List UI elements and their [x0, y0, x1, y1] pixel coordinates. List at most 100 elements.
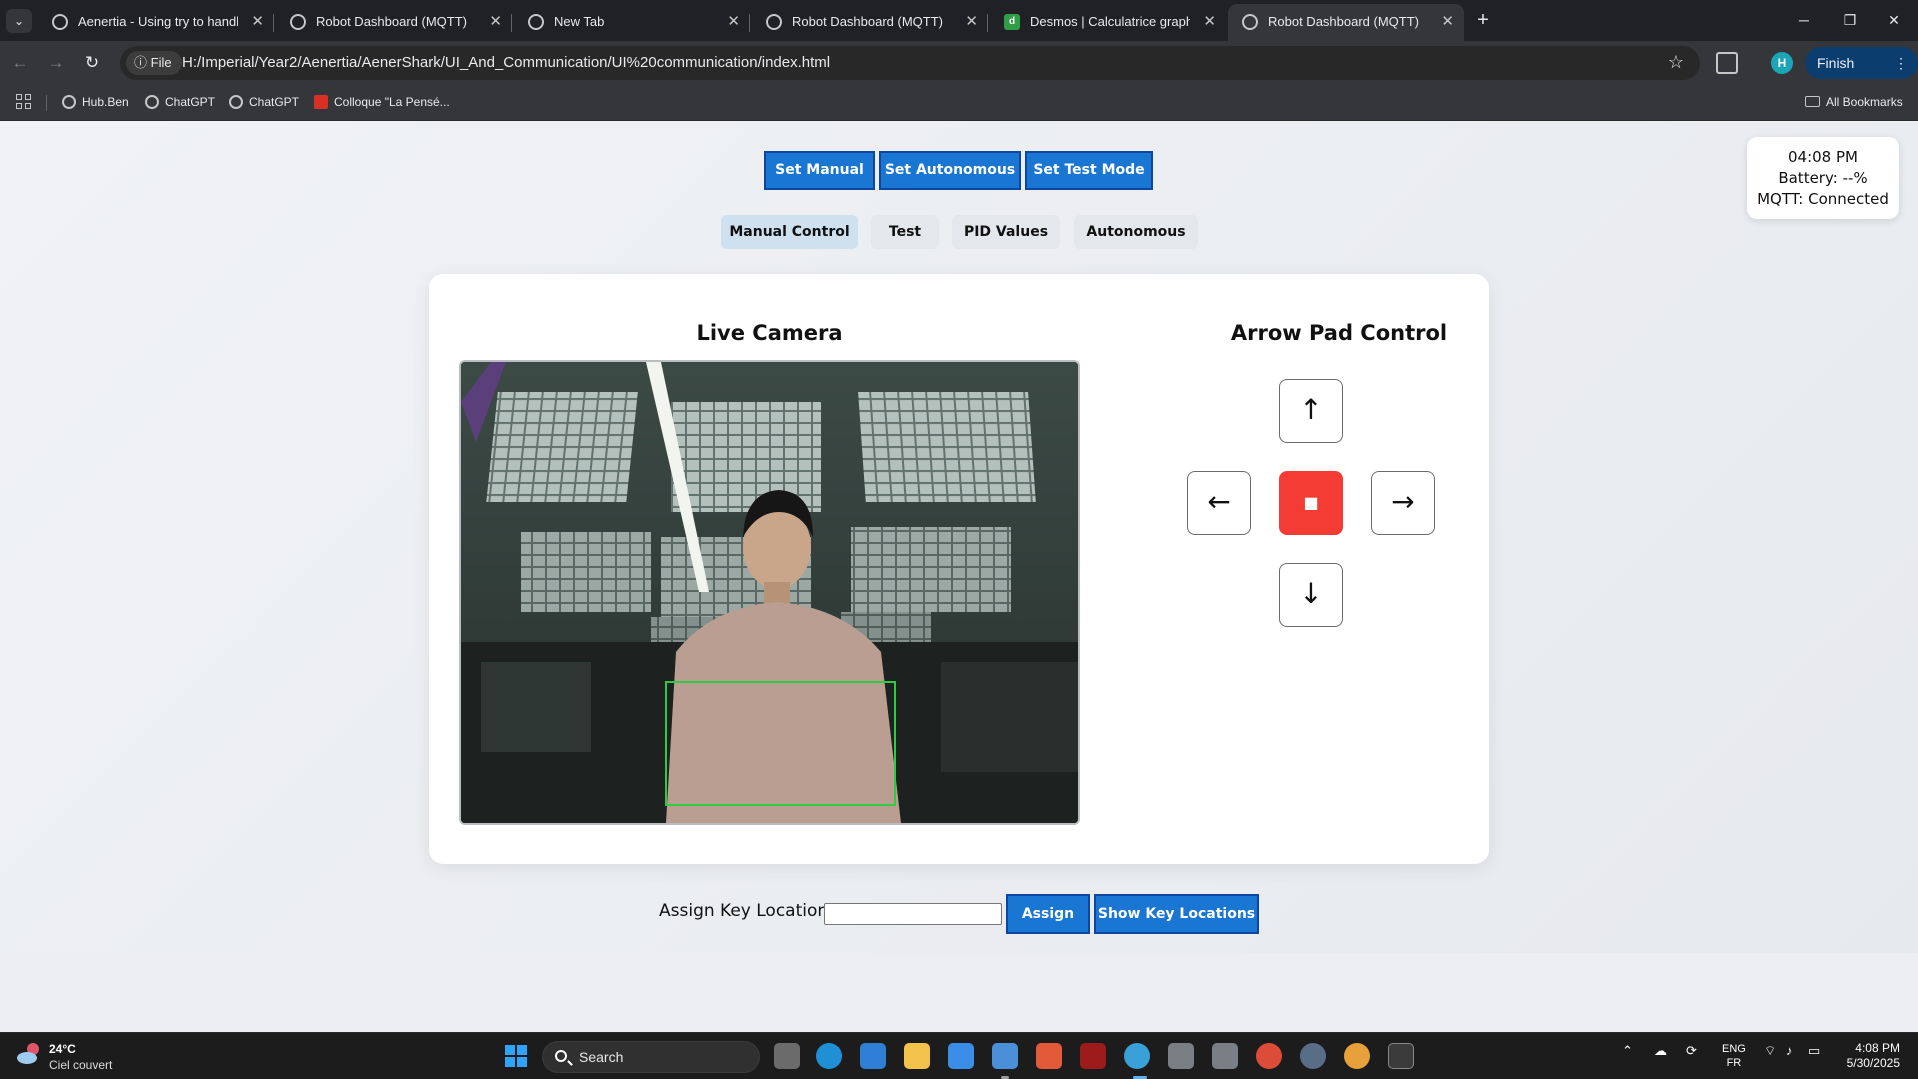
browser-tab[interactable]: Aenertia - Using try to handle e ✕ — [38, 4, 274, 41]
app-window-icon[interactable] — [1212, 1043, 1238, 1069]
tab-test[interactable]: Test — [871, 215, 939, 249]
weather-temperature: 24°C — [49, 1042, 76, 1056]
bookmark-divider — [46, 95, 47, 111]
show-hidden-icons-chevron-icon[interactable]: ⌃ — [1622, 1043, 1633, 1059]
weather-cloud-icon[interactable] — [16, 1041, 42, 1067]
app-window-icon[interactable] — [1168, 1043, 1194, 1069]
site-info-chip[interactable]: ⓘ File — [126, 51, 182, 75]
chrome-profile-icon[interactable] — [1124, 1043, 1150, 1069]
browser-tab-active[interactable]: Robot Dashboard (MQTT) ✕ — [1228, 4, 1464, 41]
language-indicator[interactable]: ENG FR — [1722, 1042, 1746, 1070]
wifi-icon[interactable]: ⌔ — [1764, 1043, 1776, 1059]
close-tab-icon[interactable]: ✕ — [251, 12, 264, 30]
settings-gear-icon[interactable] — [1300, 1043, 1326, 1069]
tab-divider — [987, 14, 988, 32]
sync-icon[interactable]: ⟳ — [1686, 1043, 1697, 1059]
close-tab-icon[interactable]: ✕ — [1203, 12, 1216, 30]
clock-date: 5/30/2025 — [1846, 1056, 1900, 1070]
browser-tab[interactable]: New Tab ✕ — [514, 4, 750, 41]
terminal-icon[interactable] — [1388, 1043, 1414, 1069]
system-clock[interactable]: 4:08 PM 5/30/2025 — [1842, 1041, 1900, 1071]
close-tab-icon[interactable]: ✕ — [965, 12, 978, 30]
pdf-app-icon[interactable] — [1036, 1043, 1062, 1069]
show-key-locations-button[interactable]: Show Key Locations — [1094, 894, 1259, 934]
status-time: 04:08 PM — [1788, 148, 1858, 166]
tab-search-chevron-icon[interactable]: ⌄ — [6, 9, 32, 33]
bookmark-item[interactable]: ChatGPT — [229, 93, 299, 111]
tab-divider — [749, 14, 750, 32]
assign-button[interactable]: Assign — [1006, 894, 1090, 934]
chrome-canary-icon[interactable] — [1344, 1043, 1370, 1069]
weather-description: Ciel couvert — [49, 1058, 113, 1072]
browser-tab[interactable]: Robot Dashboard (MQTT) ✕ — [752, 4, 988, 41]
tab-divider — [511, 14, 512, 32]
arrow-up-button[interactable]: ↑ — [1279, 379, 1343, 443]
camera-frame-image — [461, 362, 1078, 823]
battery-icon[interactable]: ▭ — [1808, 1043, 1820, 1059]
bookmark-item[interactable]: ChatGPT — [145, 93, 215, 111]
apps-grid-icon[interactable] — [16, 94, 32, 110]
live-camera-title: Live Camera — [696, 321, 843, 345]
close-tab-icon[interactable]: ✕ — [489, 12, 502, 30]
language-primary: ENG — [1722, 1043, 1746, 1055]
task-view-icon[interactable] — [774, 1043, 800, 1069]
extensions-puzzle-icon[interactable] — [1716, 52, 1738, 74]
page-footer-area — [0, 953, 1918, 1032]
globe-icon — [766, 14, 782, 30]
set-test-mode-button[interactable]: Set Test Mode — [1025, 151, 1153, 190]
tab-title: Aenertia - Using try to handle e — [78, 14, 238, 29]
close-window-icon[interactable]: ✕ — [1874, 8, 1914, 32]
minimize-icon[interactable]: ─ — [1784, 8, 1824, 32]
tab-title: Desmos | Calculatrice graphique — [1030, 14, 1190, 29]
reload-icon[interactable]: ↻ — [80, 51, 104, 75]
new-tab-plus-icon[interactable]: + — [1470, 8, 1496, 34]
vscode-icon[interactable] — [860, 1043, 886, 1069]
onedrive-tray-icon[interactable]: ☁ — [1654, 1043, 1667, 1059]
set-autonomous-button[interactable]: Set Autonomous — [879, 151, 1021, 190]
bookmark-item[interactable]: Hub.Ben — [62, 93, 129, 111]
language-secondary: FR — [1726, 1057, 1742, 1069]
onedrive-app-icon[interactable] — [992, 1043, 1018, 1069]
arrow-down-button[interactable]: ↓ — [1279, 563, 1343, 627]
browser-tab[interactable]: Robot Dashboard (MQTT) ✕ — [276, 4, 512, 41]
edge-icon[interactable] — [816, 1043, 842, 1069]
finish-update-button[interactable]: Finish update ⋮ — [1805, 47, 1918, 103]
bookmark-label: Colloque "La Pensé... — [334, 95, 450, 109]
close-tab-icon[interactable]: ✕ — [1441, 12, 1454, 30]
tab-title: Robot Dashboard (MQTT) — [792, 14, 943, 29]
restore-icon[interactable]: ❐ — [1830, 8, 1870, 32]
all-bookmarks-button[interactable]: All Bookmarks — [1805, 93, 1903, 111]
profile-avatar[interactable]: H — [1771, 52, 1793, 74]
file-explorer-icon[interactable] — [904, 1043, 930, 1069]
tab-title: New Tab — [554, 14, 605, 29]
bookmarks-bar: Hub.Ben ChatGPT ChatGPT Colloque "La Pen… — [0, 85, 1918, 121]
url-text[interactable]: H:/Imperial/Year2/Aenertia/AenerShark/UI… — [182, 54, 830, 71]
set-manual-button[interactable]: Set Manual — [764, 151, 875, 190]
chrome-icon[interactable] — [1256, 1043, 1282, 1069]
red-app-icon[interactable] — [1080, 1043, 1106, 1069]
browser-tab[interactable]: d Desmos | Calculatrice graphique ✕ — [990, 4, 1226, 41]
arrow-right-button[interactable]: → — [1371, 471, 1435, 535]
tab-autonomous[interactable]: Autonomous — [1074, 215, 1198, 249]
forward-arrow-icon[interactable]: → — [44, 51, 68, 75]
stop-button[interactable]: ■ — [1279, 471, 1343, 535]
more-menu-icon[interactable]: ⋮ — [1894, 47, 1908, 79]
microsoft-store-icon[interactable] — [948, 1043, 974, 1069]
arrow-pad-title: Arrow Pad Control — [1230, 321, 1448, 345]
back-arrow-icon[interactable]: ← — [8, 51, 32, 75]
taskbar-search-box[interactable]: Search — [542, 1041, 760, 1073]
tab-manual-control[interactable]: Manual Control — [721, 215, 858, 249]
bookmark-star-icon[interactable]: ☆ — [1668, 52, 1684, 73]
chatgpt-icon — [52, 14, 68, 30]
assign-key-input[interactable] — [824, 903, 1002, 925]
windows-start-icon[interactable] — [505, 1045, 527, 1067]
live-camera-feed — [459, 360, 1080, 825]
close-tab-icon[interactable]: ✕ — [727, 12, 740, 30]
address-bar[interactable]: ⓘ File H:/Imperial/Year2/Aenertia/AenerS… — [120, 46, 1700, 80]
folder-icon — [1805, 96, 1820, 107]
arrow-left-button[interactable]: ← — [1187, 471, 1251, 535]
volume-icon[interactable]: ♪ — [1786, 1043, 1793, 1058]
tab-pid-values[interactable]: PID Values — [952, 215, 1060, 249]
bookmark-label: ChatGPT — [165, 95, 216, 109]
bookmark-item[interactable]: Colloque "La Pensé... — [314, 93, 450, 111]
